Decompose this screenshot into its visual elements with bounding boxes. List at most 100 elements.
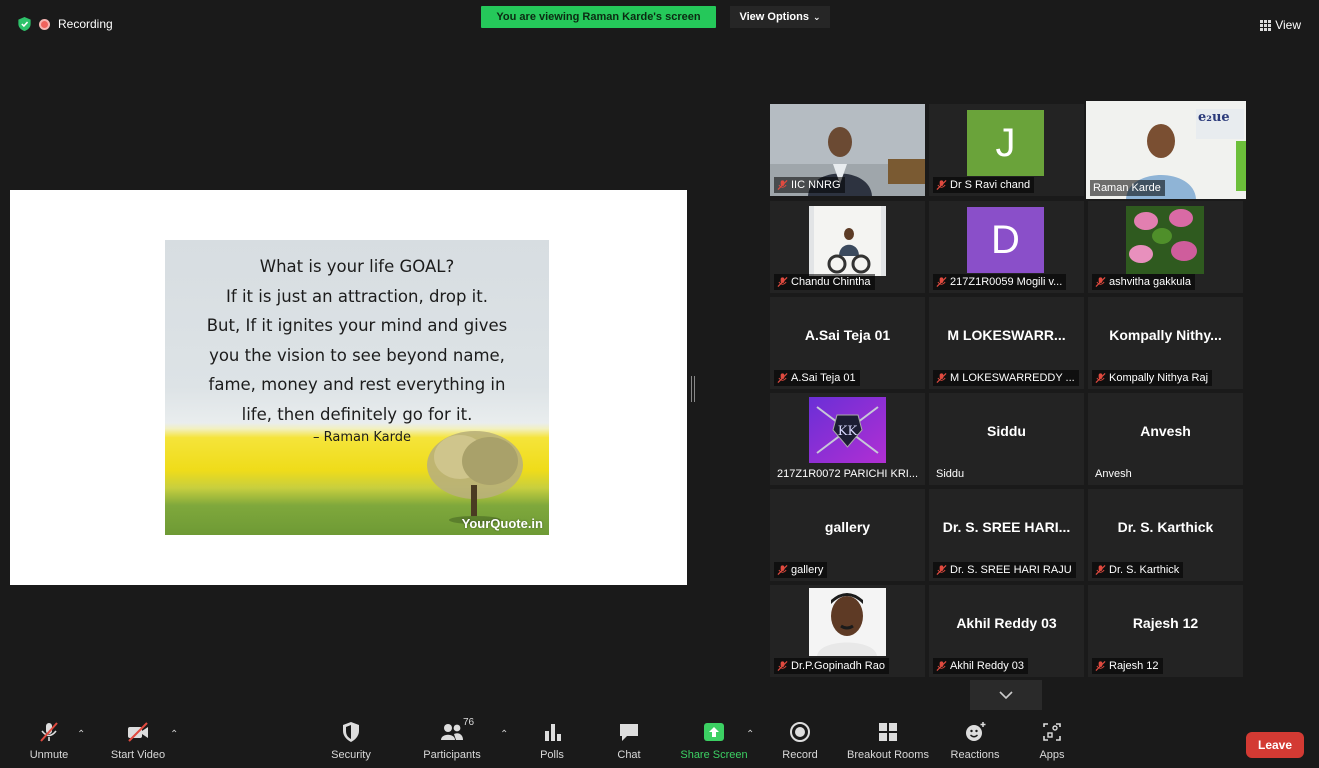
share-options-caret[interactable]: ⌃	[746, 729, 754, 740]
mic-muted-icon	[777, 564, 788, 576]
mic-muted-icon	[936, 564, 947, 576]
participant-name: 217Z1R0072 PARICHI KRI...	[777, 468, 919, 480]
svg-text:e₂ue: e₂ue	[1198, 110, 1230, 125]
quote-line: If it is just an attraction, drop it.	[226, 286, 488, 306]
mic-muted-icon	[936, 179, 947, 191]
participant-name: A.Sai Teja 01	[791, 372, 856, 384]
view-button[interactable]: View	[1260, 18, 1301, 32]
participant-label: Akhil Reddy 03	[933, 658, 1028, 674]
participants-label: Participants	[423, 749, 481, 761]
zoom-meeting-window: Recording You are viewing Raman Karde's …	[0, 0, 1319, 768]
video-options-caret[interactable]: ⌃	[170, 729, 178, 740]
participant-tile[interactable]: D 217Z1R0059 Mogili v...	[929, 201, 1084, 293]
participant-tile[interactable]: Dr.P.Gopinadh Rao	[770, 585, 925, 677]
active-speaker-tile[interactable]: e₂ue Raman Karde	[1086, 101, 1246, 199]
participant-label: M LOKESWARREDDY ...	[933, 370, 1079, 386]
share-screen-button[interactable]: Share Screen	[669, 721, 759, 761]
participant-label: Kompally Nithya Raj	[1092, 370, 1213, 386]
participant-label: A.Sai Teja 01	[774, 370, 860, 386]
participant-label: Dr. S. Karthick	[1092, 562, 1184, 578]
gallery-next-page-button[interactable]	[970, 680, 1042, 710]
participant-display-name: Dr. S. SREE HARI...	[942, 519, 1071, 535]
leave-button[interactable]: Leave	[1246, 732, 1304, 758]
encryption-shield-icon[interactable]	[18, 17, 31, 31]
kk-logo-text: KK	[838, 424, 858, 439]
participant-label: Dr S Ravi chand	[933, 177, 1035, 193]
participant-photo	[1126, 206, 1204, 274]
mic-muted-icon	[777, 372, 788, 384]
participant-label: gallery	[774, 562, 828, 578]
participant-name: Raman Karde	[1093, 182, 1161, 194]
participant-tile[interactable]: J Dr S Ravi chand	[929, 104, 1084, 196]
participant-name: Rajesh 12	[1109, 660, 1159, 672]
participant-display-name: Anvesh	[1140, 423, 1191, 439]
apps-label: Apps	[1039, 749, 1065, 761]
participants-button[interactable]: 76 Participants	[407, 717, 497, 761]
security-label: Security	[331, 749, 371, 761]
participant-name: ashvitha gakkula	[1109, 276, 1191, 288]
recording-icon	[39, 18, 50, 30]
participant-label: Raman Karde	[1090, 180, 1165, 196]
security-button[interactable]: Security	[306, 721, 396, 761]
participant-tile[interactable]: Dr. S. Karthick Dr. S. Karthick	[1088, 489, 1243, 581]
participants-icon	[441, 724, 463, 740]
grid-icon	[1260, 19, 1272, 31]
chat-button[interactable]: Chat	[584, 721, 674, 761]
participant-photo	[809, 588, 886, 656]
breakout-rooms-label: Breakout Rooms	[847, 749, 929, 761]
share-screen-label: Share Screen	[680, 749, 748, 761]
quote-line: What is your life GOAL?	[259, 257, 455, 276]
quote-image: What is your life GOAL? If it is just an…	[165, 240, 549, 535]
mic-muted-icon	[1095, 564, 1106, 576]
participant-tile[interactable]: gallery gallery	[770, 489, 925, 581]
participant-name: Dr. S. SREE HARI RAJU	[950, 564, 1072, 576]
participant-name: gallery	[791, 564, 824, 576]
participant-name: IIC NNRG	[791, 179, 841, 191]
participant-display-name: Rajesh 12	[1132, 615, 1199, 631]
mic-muted-icon	[936, 660, 947, 672]
breakout-rooms-button[interactable]: Breakout Rooms	[843, 721, 933, 761]
chevron-down-icon: ⌄	[812, 11, 821, 22]
participant-tile[interactable]: Rajesh 12 Rajesh 12	[1088, 585, 1243, 677]
chevron-down-icon	[999, 691, 1013, 699]
participant-tile[interactable]: Chandu Chintha	[770, 201, 925, 293]
chat-icon	[620, 724, 638, 741]
mic-muted-icon	[1095, 276, 1106, 288]
participant-name: Anvesh	[1095, 468, 1132, 480]
shared-screen[interactable]: What is your life GOAL? If it is just an…	[10, 190, 687, 585]
apps-icon	[1043, 723, 1061, 741]
participant-name: Kompally Nithya Raj	[1109, 372, 1209, 384]
participant-tile[interactable]: Akhil Reddy 03 Akhil Reddy 03	[929, 585, 1084, 677]
view-options-button[interactable]: View Options ⌄	[730, 6, 830, 28]
start-video-button[interactable]: Start Video	[93, 721, 183, 761]
participant-tile[interactable]: ashvitha gakkula	[1088, 201, 1243, 293]
shield-icon	[343, 722, 359, 742]
watermark: YourQuote.in	[461, 516, 543, 531]
participant-label: Dr.P.Gopinadh Rao	[774, 658, 889, 674]
participant-tile[interactable]: Dr. S. SREE HARI... Dr. S. SREE HARI RAJ…	[929, 489, 1084, 581]
participant-name: Dr. S. Karthick	[1109, 564, 1180, 576]
recording-label: Recording	[58, 17, 113, 31]
participant-display-name: Siddu	[987, 423, 1026, 439]
unmute-button[interactable]: Unmute	[4, 721, 94, 761]
record-button[interactable]: Record	[755, 721, 845, 761]
split-resize-handle[interactable]	[691, 376, 695, 402]
meeting-status: Recording	[18, 17, 113, 31]
participant-tile[interactable]: A.Sai Teja 01 A.Sai Teja 01	[770, 297, 925, 389]
audio-options-caret[interactable]: ⌃	[77, 729, 85, 740]
participant-tile[interactable]: IIC NNRG	[770, 104, 925, 196]
participant-tile[interactable]: Siddu Siddu	[929, 393, 1084, 485]
participant-tile[interactable]: Kompally Nithy... Kompally Nithya Raj	[1088, 297, 1243, 389]
unmute-label: Unmute	[29, 749, 69, 761]
participant-tile[interactable]: Anvesh Anvesh	[1088, 393, 1243, 485]
participant-label: 217Z1R0059 Mogili v...	[933, 274, 1067, 290]
participant-name: M LOKESWARREDDY ...	[950, 372, 1075, 384]
participant-photo	[809, 206, 886, 276]
mic-muted-icon	[777, 179, 788, 191]
participant-display-name: Akhil Reddy 03	[956, 615, 1057, 631]
participant-name: Chandu Chintha	[791, 276, 871, 288]
apps-button[interactable]: Apps	[1007, 721, 1097, 761]
participant-tile[interactable]: M LOKESWARR... M LOKESWARREDDY ...	[929, 297, 1084, 389]
tree-illustration	[427, 431, 523, 524]
participant-tile[interactable]: KK 217Z1R0072 PARICHI KRI...	[770, 393, 925, 485]
